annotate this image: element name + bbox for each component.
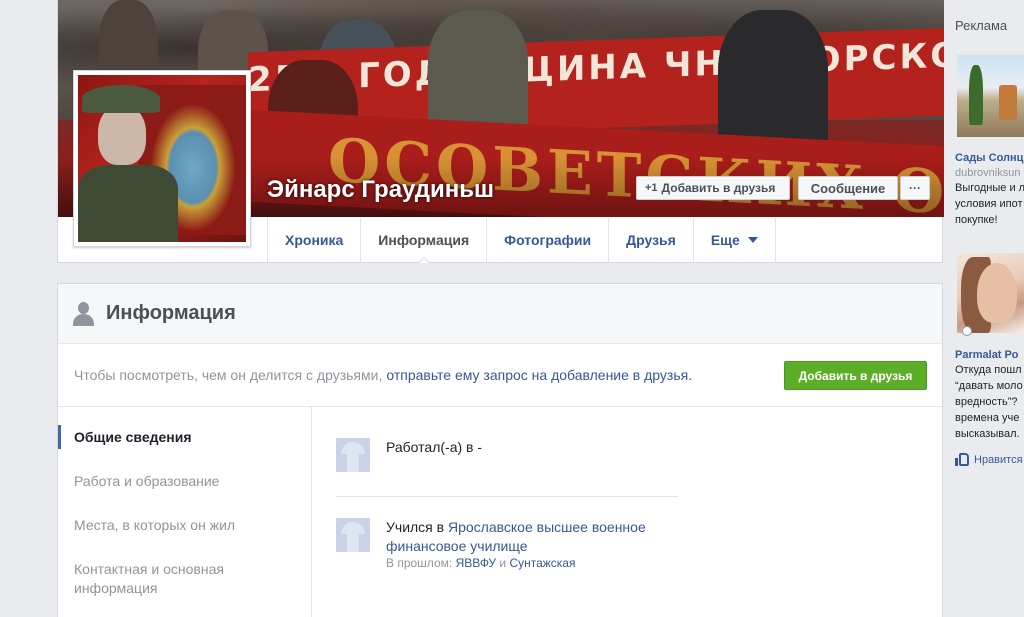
- add-friend-button[interactable]: +1 Добавить в друзья: [636, 176, 790, 200]
- friend-request-notice: Чтобы посмотреть, чем он делится с друзь…: [58, 344, 942, 407]
- notice-text: Чтобы посмотреть, чем он делится с друзь…: [74, 367, 383, 383]
- ad-text-line: вредность”?: [955, 396, 1018, 408]
- nav-places-lived[interactable]: Места, в которых он жил: [74, 516, 294, 535]
- about-section: Информация Чтобы посмотреть, чем он дели…: [57, 283, 943, 617]
- active-nav-indicator: [58, 425, 61, 449]
- tab-photos[interactable]: Фотографии: [486, 218, 608, 262]
- ads-title: Реклама: [955, 18, 1008, 33]
- about-body: Общие сведения Работа и образование Мест…: [58, 407, 942, 617]
- nav-work-education[interactable]: Работа и образование: [74, 472, 294, 491]
- ads-rail: Реклама Сады Солнц dubrovniksun Выгодные…: [955, 0, 1024, 617]
- add-friend-green-button[interactable]: Добавить в друзья: [784, 361, 927, 390]
- profile-tabs: Хроника Информация Фотографии Друзья Еще: [267, 218, 776, 263]
- ad-domain[interactable]: dubrovniksun: [955, 167, 1020, 179]
- tab-label: Друзья: [626, 232, 676, 248]
- tab-label: Хроника: [285, 232, 344, 248]
- ad-title[interactable]: Сады Солнц: [955, 152, 1023, 164]
- thumbs-up-icon: [955, 453, 969, 466]
- profile-picture[interactable]: [73, 70, 251, 247]
- work-entry-text: Работал(-а) в -: [386, 439, 483, 455]
- add-friend-icon: +1: [645, 182, 658, 194]
- send-request-link[interactable]: отправьте ему запрос на добавление в дру…: [386, 367, 692, 383]
- ad-text-line: Откуда пошл: [955, 364, 1022, 376]
- tab-more[interactable]: Еще: [692, 218, 776, 262]
- ad-image[interactable]: [957, 55, 1024, 137]
- profile-header: 25-я ГОДОВЩИНА ЧНО-МОРСКОГО ФЛО ОСОВЕТСК…: [57, 0, 944, 263]
- education-subtitle: В прошлом: ЯВВФУ и Сунтажская: [386, 556, 575, 570]
- sub-and: и: [499, 556, 507, 570]
- like-label: Нравится: [974, 453, 1023, 466]
- education-entry-text: Учился в Ярославское высшее военное фина…: [386, 518, 676, 556]
- ad-text-line: покупке!: [955, 214, 998, 226]
- tab-timeline[interactable]: Хроника: [267, 218, 360, 262]
- school-icon: [336, 518, 370, 552]
- ad-like-button[interactable]: Нравится: [955, 453, 1023, 466]
- about-title: Информация: [106, 302, 236, 324]
- nav-overview[interactable]: Общие сведения: [74, 428, 294, 447]
- ad-text-line: условия ипот: [955, 198, 1023, 210]
- avatar-uniform: [78, 165, 178, 242]
- divider: [336, 496, 678, 497]
- tab-label: Информация: [378, 232, 470, 248]
- education-prefix: Учился в: [386, 519, 445, 535]
- ad-text-line: Выгодные и л: [955, 182, 1024, 194]
- message-button[interactable]: Сообщение: [798, 176, 898, 200]
- user-icon: [72, 301, 94, 326]
- tab-about[interactable]: Информация: [360, 218, 486, 263]
- workplace-icon: [336, 438, 370, 472]
- chevron-down-icon: [747, 237, 758, 243]
- ad-badge-icon: [962, 326, 972, 336]
- more-icon: ···: [909, 181, 921, 195]
- ad-text-line: “давать моло: [955, 380, 1023, 392]
- avatar-face: [98, 105, 146, 165]
- avatar-cap: [82, 85, 160, 113]
- add-friend-green-label: Добавить в друзья: [798, 368, 913, 383]
- ad-text-line: высказывал.: [955, 428, 1020, 440]
- about-header: Информация: [58, 284, 942, 344]
- avatar: [78, 75, 246, 242]
- ad-title[interactable]: Parmalat Ро: [955, 349, 1018, 361]
- tab-label: Фотографии: [504, 232, 592, 248]
- tab-label: Еще: [710, 232, 740, 248]
- tab-friends[interactable]: Друзья: [608, 218, 693, 262]
- profile-name[interactable]: Эйнарс Граудиньш: [267, 176, 494, 204]
- about-side-nav: Общие сведения Работа и образование Мест…: [58, 407, 312, 617]
- message-label: Сообщение: [810, 180, 886, 196]
- sub-prefix: В прошлом:: [386, 556, 453, 570]
- school-alt-link[interactable]: Сунтажская: [509, 556, 575, 570]
- ad-image[interactable]: [957, 253, 1024, 336]
- school-abbrev-link[interactable]: ЯВВФУ: [456, 556, 496, 570]
- nav-contact-info[interactable]: Контактная и основная информация: [74, 560, 294, 598]
- more-options-button[interactable]: ···: [900, 176, 930, 200]
- add-friend-label: Добавить в друзья: [661, 181, 776, 195]
- ad-text-line: времена уче: [955, 412, 1020, 424]
